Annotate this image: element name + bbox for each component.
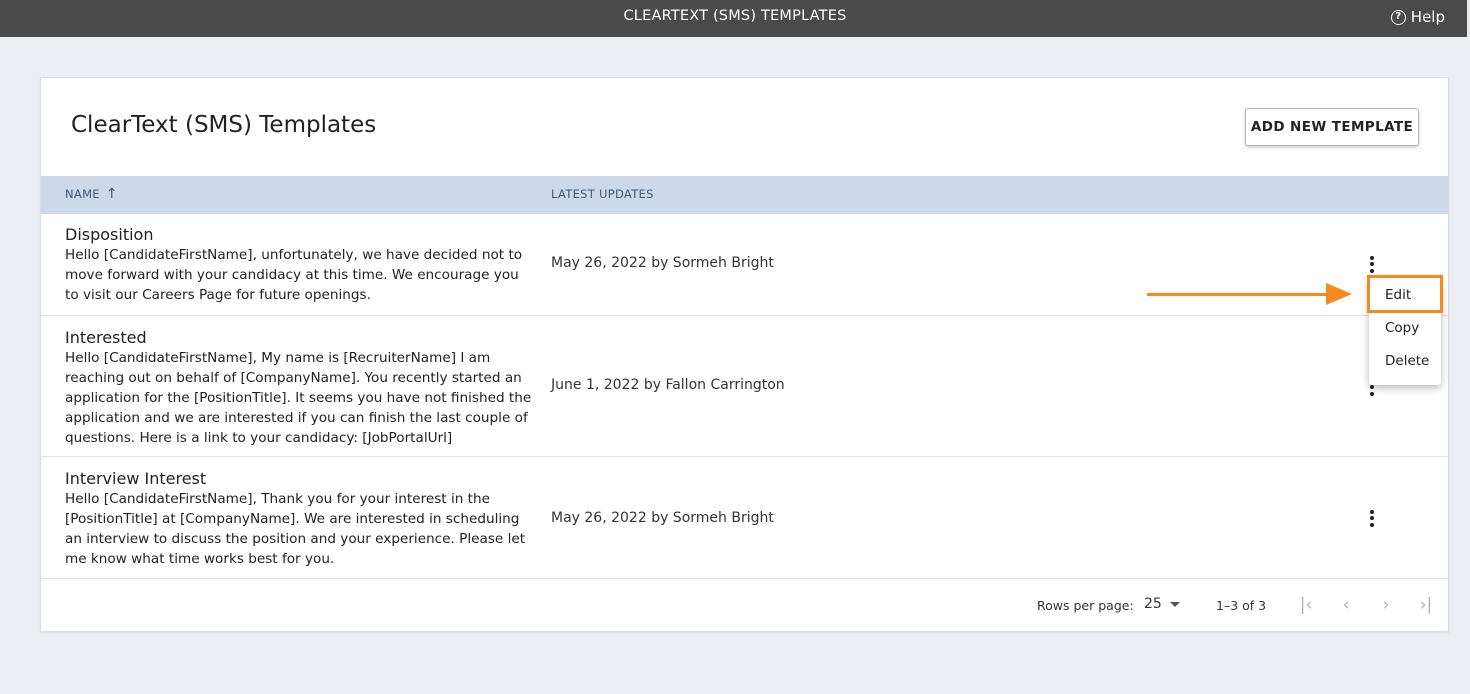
template-name-cell: Disposition Hello [CandidateFirstName], …: [65, 225, 535, 305]
template-name-cell: Interested Hello [CandidateFirstName], M…: [65, 328, 535, 448]
rows-per-page-label: Rows per page:: [1037, 598, 1134, 613]
more-vert-icon[interactable]: [1363, 254, 1381, 274]
template-body: Hello [CandidateFirstName], unfortunatel…: [65, 247, 523, 303]
template-updated: May 26, 2022 by Sormeh Bright: [551, 255, 774, 271]
chevron-right-icon[interactable]: ›: [1374, 593, 1398, 617]
column-header-name-label: NAME: [65, 187, 100, 201]
rows-per-page-select[interactable]: 25: [1144, 596, 1180, 612]
column-header-latest-updates: LATEST UPDATES: [551, 187, 654, 201]
chevron-left-icon[interactable]: ‹: [1334, 593, 1358, 617]
question-circle-icon: ?: [1390, 9, 1406, 25]
template-title: Interview Interest: [65, 469, 207, 488]
annotation-arrow-line: [1147, 293, 1332, 296]
table-header: NAME ↑ LATEST UPDATES: [41, 176, 1448, 214]
more-vert-icon[interactable]: [1363, 508, 1381, 528]
pagination-footer: Rows per page: 25 1–3 of 3 |‹ ‹ › ›|: [41, 579, 1448, 631]
table-row: Disposition Hello [CandidateFirstName], …: [41, 214, 1448, 316]
pagination-range: 1–3 of 3: [1216, 598, 1267, 613]
table-row: Interview Interest Hello [CandidateFirst…: [41, 457, 1448, 579]
page-title: ClearText (SMS) Templates: [71, 112, 377, 138]
template-title: Disposition: [65, 225, 154, 244]
template-body: Hello [CandidateFirstName], Thank you fo…: [65, 491, 526, 567]
add-new-template-button[interactable]: ADD NEW TEMPLATE: [1245, 108, 1419, 146]
help-label: Help: [1410, 8, 1445, 26]
rows-per-page-value: 25: [1144, 596, 1162, 612]
menu-item-copy[interactable]: Copy: [1385, 320, 1419, 336]
template-updated: June 1, 2022 by Fallon Carrington: [551, 377, 785, 393]
top-bar: CLEARTEXT (SMS) TEMPLATES ? Help: [0, 0, 1470, 37]
template-body: Hello [CandidateFirstName], My name is […: [65, 350, 532, 446]
menu-item-delete[interactable]: Delete: [1385, 353, 1429, 369]
app-title: CLEARTEXT (SMS) TEMPLATES: [623, 8, 847, 24]
edit-highlight-box: [1367, 275, 1443, 313]
first-page-icon[interactable]: |‹: [1294, 593, 1318, 617]
last-page-icon[interactable]: ›|: [1414, 593, 1438, 617]
template-updated: May 26, 2022 by Sormeh Bright: [551, 510, 774, 526]
column-header-name[interactable]: NAME ↑: [65, 187, 118, 201]
caret-down-icon: [1169, 601, 1180, 607]
table-row: Interested Hello [CandidateFirstName], M…: [41, 316, 1448, 457]
template-name-cell: Interview Interest Hello [CandidateFirst…: [65, 469, 535, 569]
help-link[interactable]: ? Help: [1390, 8, 1445, 26]
templates-card: ClearText (SMS) Templates ADD NEW TEMPLA…: [40, 77, 1449, 632]
template-title: Interested: [65, 328, 147, 347]
arrow-up-icon: ↑: [105, 186, 118, 202]
annotation-arrow-head: [1326, 283, 1352, 305]
